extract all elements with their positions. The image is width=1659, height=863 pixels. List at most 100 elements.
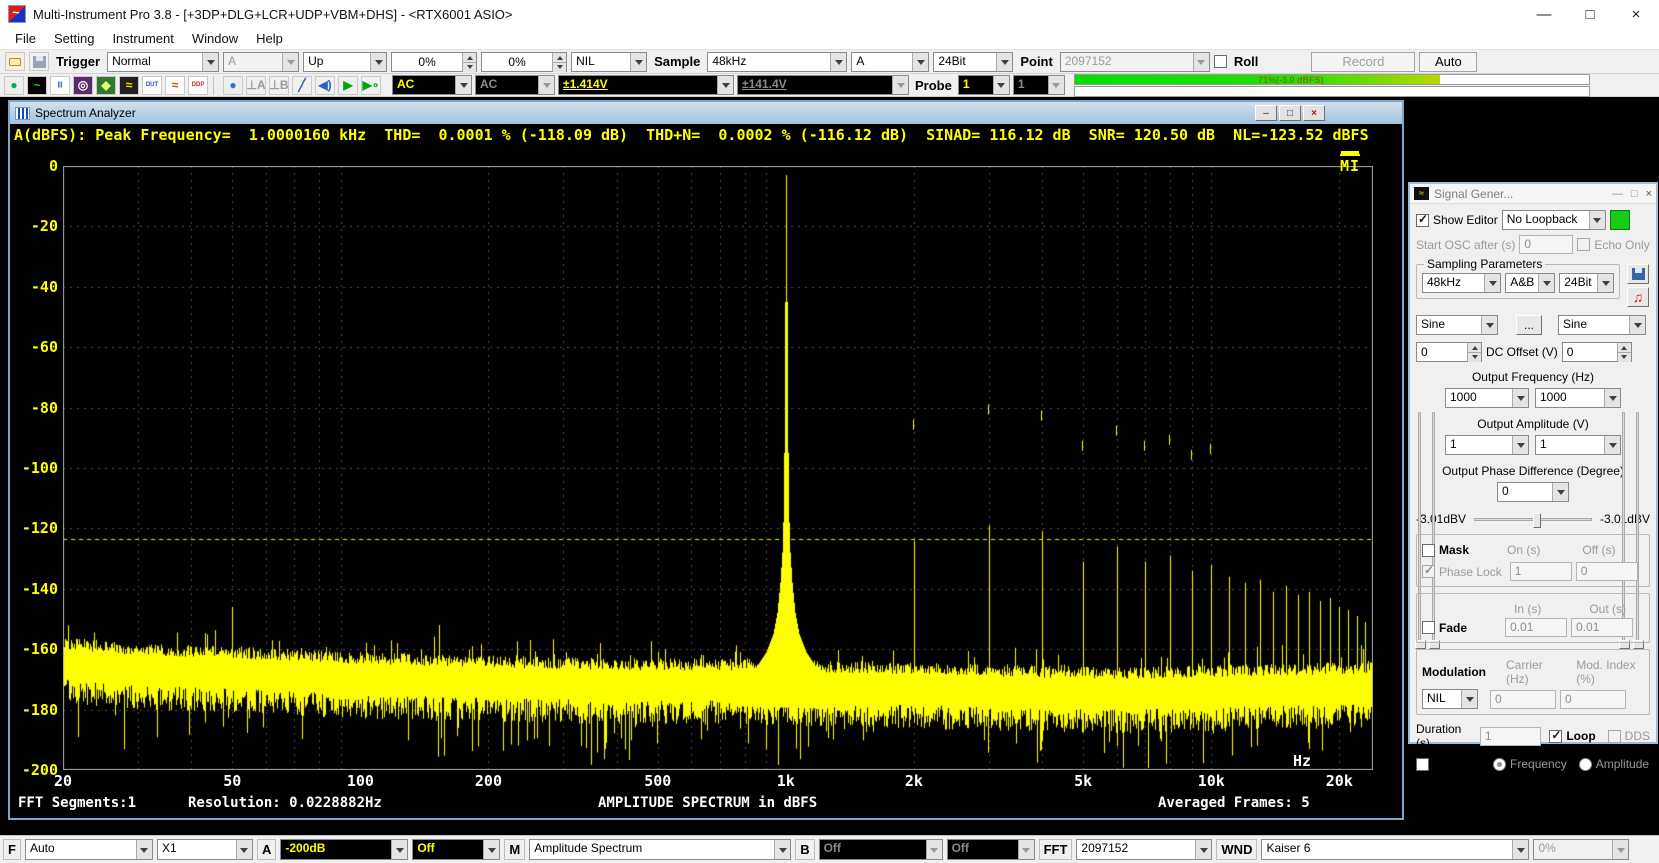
minimize-button[interactable]: — <box>1521 0 1567 28</box>
vibrometer-icon[interactable]: ● <box>223 76 243 95</box>
trigger-hpf-select[interactable]: NIL <box>571 52 647 72</box>
loop-checkbox[interactable] <box>1549 730 1562 743</box>
sound-device-icon[interactable]: ◀) <box>315 76 335 95</box>
channel-b-unit-icon[interactable]: ⊥B <box>269 76 289 95</box>
sampling-parameters-label: Sampling Parameters <box>1424 257 1545 271</box>
probe-a-select[interactable]: 1 <box>958 75 1010 95</box>
auto-button[interactable]: Auto <box>1419 52 1477 72</box>
phase-select[interactable]: 0 <box>1497 482 1569 502</box>
spectrum-window-titlebar[interactable]: Spectrum Analyzer – □ × <box>10 102 1402 124</box>
chevron-down-icon <box>1018 840 1034 859</box>
open-file-icon[interactable] <box>5 52 25 71</box>
coupling-a-select[interactable]: AC <box>392 75 472 95</box>
a-range-select[interactable]: -200dB <box>280 839 408 860</box>
sampling-channel-select[interactable]: A <box>851 52 929 72</box>
trigger-level-spinner[interactable]: 0% <box>391 52 477 72</box>
echo-only-checkbox <box>1577 238 1590 251</box>
show-editor-checkbox[interactable] <box>1416 214 1429 227</box>
dds-label: DDS <box>1625 729 1650 743</box>
roll-checkbox[interactable] <box>1214 55 1227 68</box>
modulation-type-select[interactable]: NIL <box>1422 689 1478 709</box>
plot-area: MI Hz FFT Segments:1 Resolution: 0.02288… <box>10 146 1402 818</box>
maximize-button[interactable]: □ <box>1631 188 1638 200</box>
run-icon[interactable]: ▶ <box>338 76 358 95</box>
phase-lock-label: Phase Lock <box>1439 565 1502 579</box>
window-fn-select[interactable]: Kaiser 6 <box>1261 839 1529 860</box>
chevron-down-icon <box>892 76 908 94</box>
chevron-down-icon <box>717 76 733 94</box>
signal-generator-titlebar[interactable]: ≈ Signal Gener... — □ × <box>1410 184 1656 204</box>
menu-help[interactable]: Help <box>247 29 292 48</box>
waveform-b-select[interactable]: Sine <box>1558 315 1646 335</box>
fade-checkbox[interactable] <box>1422 621 1435 634</box>
maximize-button[interactable]: □ <box>1567 0 1613 28</box>
sweep-checkbox[interactable] <box>1416 758 1429 771</box>
ddp-array-viewer-icon[interactable]: DDP <box>188 76 208 95</box>
derived-data-point-icon[interactable]: ≈ <box>165 76 185 95</box>
run-loop-icon[interactable]: ▶∘ <box>361 76 381 95</box>
chevron-down-icon <box>1512 389 1528 407</box>
chevron-down-icon <box>1512 436 1528 454</box>
level-left-label: -3.01dBV <box>1416 512 1466 526</box>
sg-rate-select[interactable]: 48kHz <box>1422 273 1501 293</box>
chevron-down-icon <box>1612 840 1628 859</box>
frequency-b-select[interactable]: 1000 <box>1535 388 1621 408</box>
sweep-frequency-label: Frequency <box>1510 757 1567 771</box>
mode-select[interactable]: Amplitude Spectrum <box>529 839 791 860</box>
sampling-rate-select[interactable]: 48kHz <box>707 52 847 72</box>
amplitude-a-select[interactable]: 1 <box>1445 435 1529 455</box>
restore-button[interactable]: □ <box>1279 105 1301 121</box>
f-label: F <box>3 839 21 860</box>
amplitude-b-select[interactable]: 1 <box>1535 435 1621 455</box>
sg-bits-select[interactable]: 24Bit <box>1559 273 1614 293</box>
play-file-button[interactable]: ♫ <box>1627 287 1649 307</box>
chevron-down-icon <box>1629 316 1645 334</box>
trigger-edge-select[interactable]: Up <box>303 52 387 72</box>
dc-offset-b-spinner[interactable]: 0 <box>1562 342 1632 362</box>
minimize-button[interactable]: – <box>1255 105 1277 121</box>
sg-channel-select[interactable]: A&B <box>1505 273 1555 293</box>
freq-axis-select[interactable]: Auto <box>25 839 153 860</box>
minimize-button[interactable]: — <box>1612 188 1623 200</box>
device-test-plan-icon[interactable]: ≈ <box>119 76 139 95</box>
menu-window[interactable]: Window <box>183 29 247 48</box>
x-tick-label: 50 <box>223 772 241 790</box>
spectrum-plot-canvas[interactable] <box>63 166 1373 770</box>
chevron-down-icon <box>1048 76 1064 94</box>
channel-a-unit-icon[interactable]: ⊥A <box>246 76 266 95</box>
sweep-frequency-radio <box>1493 758 1506 771</box>
loopback-select[interactable]: No Loopback <box>1502 210 1606 230</box>
signal-generator-icon[interactable]: ~ <box>27 76 47 95</box>
close-button[interactable]: × <box>1613 0 1659 28</box>
menu-setting[interactable]: Setting <box>45 29 103 48</box>
close-button[interactable]: × <box>1646 188 1652 200</box>
fft-size-select[interactable]: 2097152 <box>1076 839 1212 860</box>
save-file-icon[interactable] <box>29 52 49 71</box>
trigger-delay-spinner[interactable]: 0% <box>481 52 567 72</box>
dc-offset-a-spinner[interactable]: 0 <box>1416 342 1482 362</box>
waveform-a-select[interactable]: Sine <box>1416 315 1498 335</box>
frequency-a-select[interactable]: 1000 <box>1445 388 1529 408</box>
close-button[interactable]: × <box>1303 105 1325 121</box>
spectrum-3d-plot-icon[interactable]: ◆ <box>96 76 116 95</box>
a-shift-select[interactable]: Off <box>412 839 500 860</box>
balance-slider[interactable] <box>1474 518 1592 521</box>
output-on-indicator[interactable] <box>1610 210 1630 230</box>
save-signal-button[interactable] <box>1627 264 1649 284</box>
calibration-probe-icon[interactable]: ╱ <box>292 76 312 95</box>
y-tick-label: -200 <box>10 761 58 779</box>
app-logo-icon <box>8 5 26 23</box>
trigger-source-select: A <box>223 52 299 72</box>
mask-checkbox[interactable] <box>1422 544 1435 557</box>
range-a-select[interactable]: ±1.414V <box>558 75 734 95</box>
zoom-select[interactable]: X1 <box>157 839 253 860</box>
menu-file[interactable]: File <box>6 29 45 48</box>
more-waveform-button[interactable]: ... <box>1516 315 1542 335</box>
oscilloscope-icon[interactable]: ● <box>4 76 24 95</box>
multimeter-icon[interactable]: ◎ <box>73 76 93 95</box>
trigger-mode-select[interactable]: Normal <box>107 52 219 72</box>
device-under-test-icon[interactable]: DUT <box>142 76 162 95</box>
menu-instrument[interactable]: Instrument <box>103 29 182 48</box>
spectrum-analyzer-icon[interactable]: ||| <box>50 76 70 95</box>
sampling-bits-select[interactable]: 24Bit <box>933 52 1013 72</box>
